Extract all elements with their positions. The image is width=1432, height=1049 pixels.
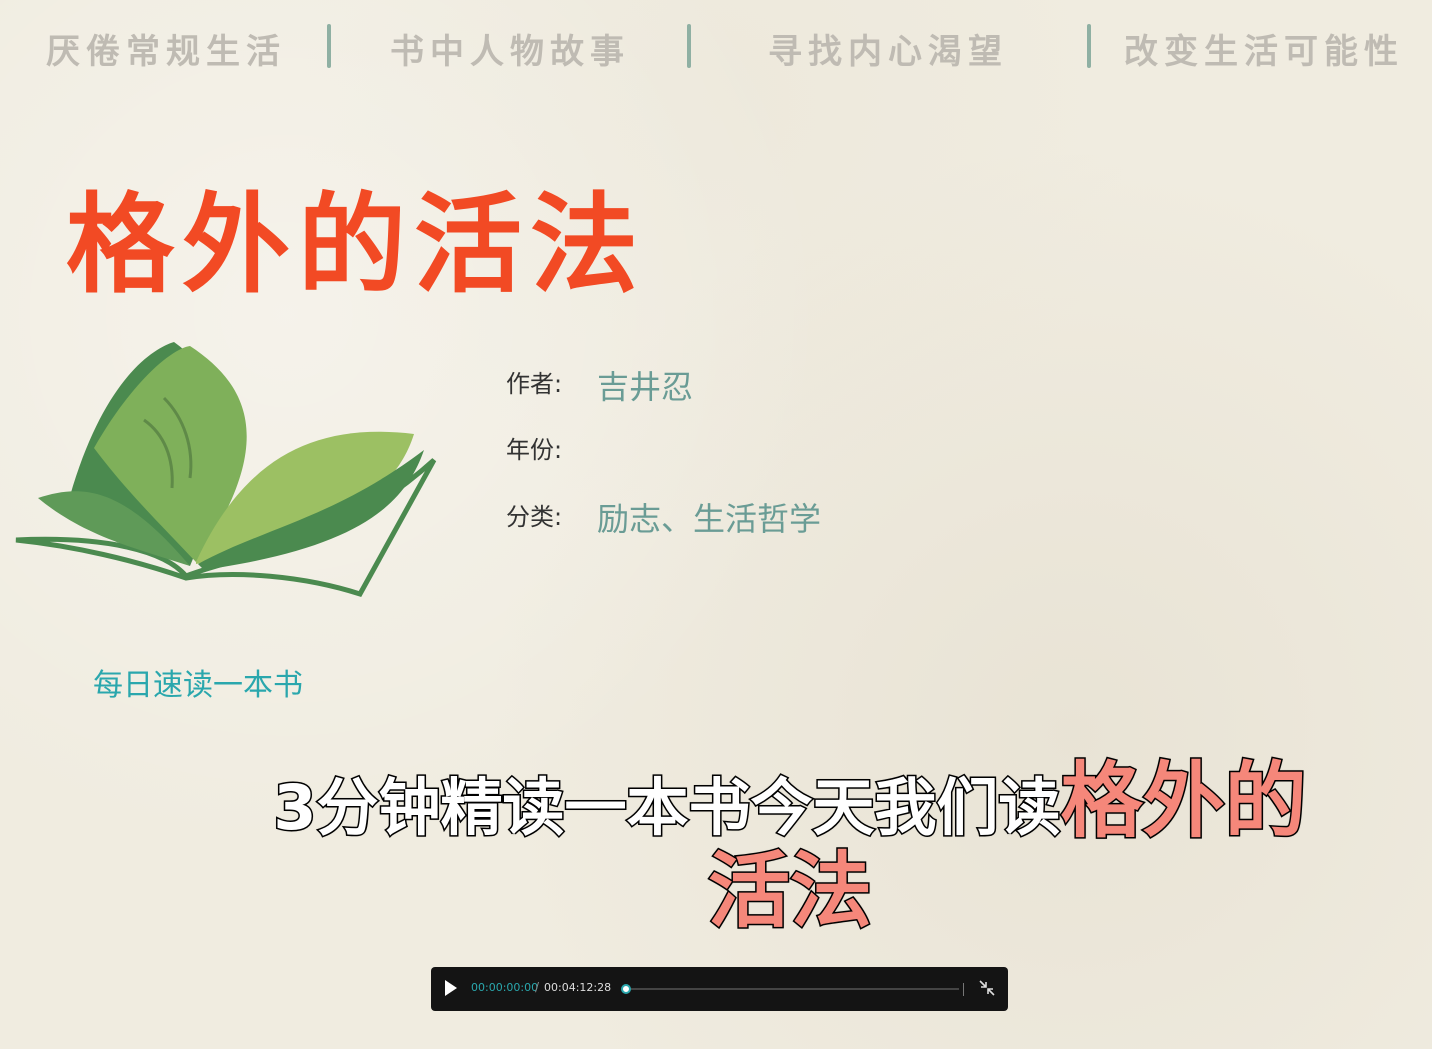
author-label: 作者: xyxy=(506,370,563,398)
player-divider xyxy=(963,983,964,996)
subtitle-prefix: 3分钟精读一本书今天我们读 xyxy=(272,770,1062,846)
book-title: 格外的活法 xyxy=(66,183,647,308)
nav-item-desire[interactable]: 寻找内心渴望 xyxy=(768,24,1008,73)
year-label: 年份: xyxy=(506,436,563,464)
progress-handle[interactable] xyxy=(621,984,631,994)
video-subtitle: 3分钟精读一本书今天我们读格外的活法 xyxy=(250,758,1330,940)
nav-separator xyxy=(327,24,331,68)
play-icon[interactable] xyxy=(445,980,457,996)
slogan: 每日速读一本书 xyxy=(93,668,303,703)
nav-separator xyxy=(687,24,691,68)
exit-fullscreen-icon[interactable] xyxy=(977,978,997,998)
media-player: 00:00:00:00 / 00:04:12:28 xyxy=(431,967,1008,1011)
duration: 00:04:12:28 xyxy=(544,981,612,994)
time-separator: / xyxy=(535,980,540,994)
nav-item-characters[interactable]: 书中人物故事 xyxy=(390,24,630,73)
author-value: 吉井忍 xyxy=(597,368,694,406)
progress-track[interactable] xyxy=(623,988,959,990)
nav-item-change[interactable]: 改变生活可能性 xyxy=(1124,24,1404,73)
category-value: 励志、生活哲学 xyxy=(597,500,822,538)
open-book-icon xyxy=(15,342,437,598)
category-label: 分类: xyxy=(506,503,563,531)
current-time: 00:00:00:00 xyxy=(471,981,539,994)
top-navigation: 厌倦常规生活 书中人物故事 寻找内心渴望 改变生活可能性 xyxy=(0,14,1432,74)
nav-item-boredom[interactable]: 厌倦常规生活 xyxy=(46,24,286,73)
nav-separator xyxy=(1087,24,1091,68)
